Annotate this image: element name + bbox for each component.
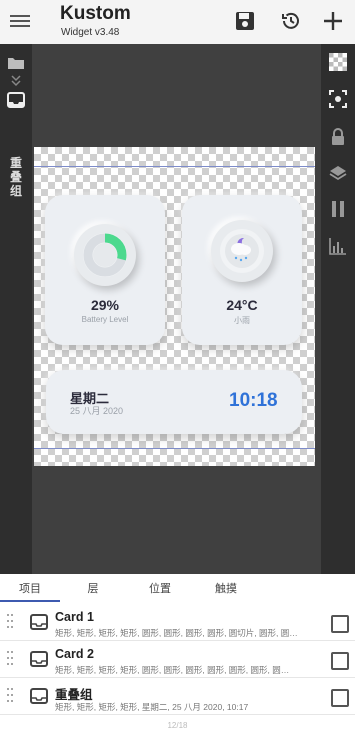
list-item[interactable]: 重叠组 矩形, 矩形, 矩形, 矩形, 星期二, 25 八月 2020, 10:…: [0, 677, 355, 715]
pause-icon[interactable]: [327, 198, 349, 220]
right-rail: [321, 44, 355, 574]
history-icon[interactable]: [279, 9, 303, 33]
folder-icon[interactable]: [5, 54, 27, 72]
battery-card[interactable]: 29% Battery Level: [45, 195, 165, 345]
save-icon[interactable]: [233, 9, 257, 33]
battery-value: 29%: [90, 297, 120, 313]
chart-icon[interactable]: [327, 235, 349, 257]
item-subtitle: 矩形, 矩形, 矩形, 矩形, 星期二, 25 八月 2020, 10:17: [55, 702, 249, 712]
group-label: 重叠组: [9, 156, 22, 198]
weather-condition: 小雨: [234, 316, 250, 325]
time-text: 10:18: [229, 390, 278, 411]
app-bar: Kustom Widget v3.48: [0, 0, 355, 44]
item-title: Card 1: [55, 610, 94, 624]
battery-label: Battery Level: [81, 315, 129, 324]
item-checkbox[interactable]: [331, 615, 349, 633]
app-title: Kustom: [60, 3, 131, 24]
clock-card[interactable]: 星期二 25 八月 2020 10:18: [46, 370, 302, 434]
battery-ring: [74, 224, 136, 286]
checkerboard-icon[interactable]: [327, 52, 349, 72]
inbox-icon[interactable]: [5, 90, 27, 110]
item-subtitle: 矩形, 矩形, 矩形, 矩形, 圆形, 圆形, 圆形, 圆形, 圆切片, 圆形,…: [55, 628, 298, 638]
drag-handle-icon: [7, 688, 13, 702]
drag-handle-icon: [7, 651, 13, 665]
inbox-icon: [30, 688, 48, 704]
layers-icon[interactable]: [327, 162, 349, 184]
hamburger-icon[interactable]: [10, 12, 30, 30]
footer-hint: 12/18: [167, 721, 188, 730]
plus-icon[interactable]: [321, 9, 345, 33]
item-title: Card 2: [55, 647, 94, 661]
weather-temp: 24°C: [226, 297, 258, 313]
item-checkbox[interactable]: [331, 689, 349, 707]
focus-frame-icon[interactable]: [327, 88, 349, 110]
guide-line-top: [34, 166, 315, 167]
inbox-icon: [30, 614, 48, 630]
left-rail: 重叠组: [0, 44, 32, 574]
tab-touch[interactable]: 触摸: [186, 574, 266, 602]
item-checkbox[interactable]: [331, 652, 349, 670]
app-subtitle: Widget v3.48: [61, 27, 120, 38]
lock-icon[interactable]: [327, 126, 349, 148]
weather-card[interactable]: 24°C 小雨: [182, 195, 302, 345]
item-subtitle: 矩形, 矩形, 矩形, 矩形, 圆形, 圆形, 圆形, 圆形, 圆形, 圆形, …: [55, 665, 290, 675]
list-item[interactable]: Card 2 矩形, 矩形, 矩形, 矩形, 圆形, 圆形, 圆形, 圆形, 圆…: [0, 640, 355, 678]
guide-line-bottom: [34, 448, 315, 449]
weather-ring: [211, 220, 273, 282]
list-item[interactable]: Card 1 矩形, 矩形, 矩形, 矩形, 圆形, 圆形, 圆形, 圆形, 圆…: [0, 603, 355, 641]
drag-handle-icon: [7, 614, 13, 628]
inbox-icon: [30, 651, 48, 667]
rain-cloud-icon: [220, 229, 264, 273]
date-text: 25 八月 2020: [70, 406, 124, 416]
chevron-double-down-icon[interactable]: [6, 74, 26, 88]
item-list: Card 1 矩形, 矩形, 矩形, 矩形, 圆形, 圆形, 圆形, 圆形, 圆…: [0, 602, 355, 733]
